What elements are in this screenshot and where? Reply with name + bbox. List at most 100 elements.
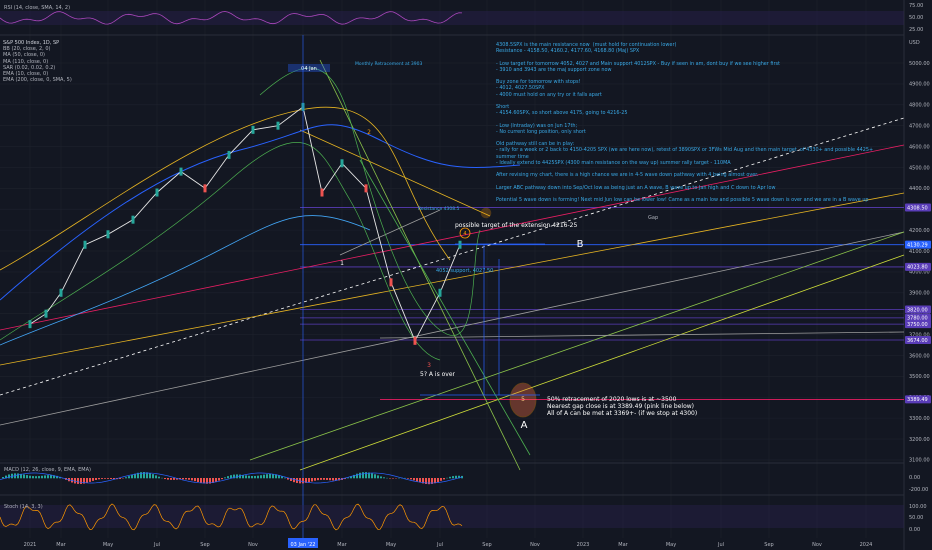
- time-axis-tick: 2021: [24, 542, 37, 548]
- wave-label-3: 3: [427, 362, 431, 369]
- price-candle: [44, 309, 48, 318]
- stoch-tick-0: 0.00: [909, 527, 920, 533]
- macd-bar: [371, 473, 373, 479]
- macd-bar: [197, 478, 199, 483]
- macd-bar: [380, 476, 382, 479]
- price-axis-tick: 5000.00: [909, 61, 930, 67]
- price-candle: [59, 288, 63, 297]
- price-candle: [389, 278, 393, 287]
- macd-bar: [80, 478, 82, 484]
- price-axis-tick: 4500.00: [909, 165, 930, 171]
- macd-bar: [182, 478, 184, 480]
- time-axis-tick: Sep: [200, 542, 209, 548]
- macd-tick-0: 0.00: [909, 475, 920, 481]
- macd-bar: [284, 477, 286, 479]
- time-axis-tick: 03 Jan '22: [291, 542, 316, 548]
- macd-bar: [131, 474, 133, 479]
- price-axis-tick: 3300.00: [909, 416, 930, 422]
- macd-bar: [308, 478, 310, 483]
- macd-bar: [359, 472, 361, 479]
- macd-bar: [95, 478, 97, 480]
- price-axis-tick: 4800.00: [909, 103, 930, 109]
- target-annotation: possible target of the extension 4216-25: [455, 222, 577, 229]
- macd-bar: [128, 476, 130, 479]
- note-line: - rally for a week or 2 back to 4150-420…: [496, 147, 875, 160]
- macd-bar: [167, 478, 169, 480]
- price-tag: 3674.00: [907, 338, 928, 344]
- time-axis-tick: 2023: [577, 542, 590, 548]
- time-axis-tick: Nov: [530, 542, 540, 548]
- stoch-tick-100: 100.00: [909, 504, 927, 510]
- macd-bar: [302, 478, 304, 484]
- price-axis[interactable]: USD 5000.00 4900.00 4800.00 4700.00 4600.00 45…: [905, 40, 931, 464]
- price-candle: [413, 336, 417, 345]
- time-axis-tick: May: [386, 542, 396, 548]
- macd-bar: [149, 473, 151, 479]
- legend-item[interactable]: EMA (200, close, 0, SMA, 5): [3, 77, 72, 83]
- macd-bar: [413, 478, 415, 481]
- macd-bar: [326, 478, 328, 480]
- macd-bar: [317, 478, 319, 481]
- macd-bar: [407, 478, 409, 479]
- stoch-tick-50: 50.00: [909, 515, 923, 521]
- macd-bar: [50, 475, 52, 479]
- macd-bar: [158, 476, 160, 479]
- macd-bar: [26, 475, 28, 479]
- macd-bar: [311, 478, 313, 482]
- ath-label: 04 Jan: [301, 66, 317, 72]
- rsi-tick-25: 25.00: [909, 27, 923, 33]
- macd-bar: [257, 475, 259, 479]
- price-candle: [155, 188, 159, 197]
- price-tag: 4308.50: [907, 205, 928, 211]
- retracement-label: Monthly Retracement at 3903: [355, 61, 422, 67]
- wave-label-5: 5: [521, 396, 525, 403]
- macd-bar: [32, 476, 34, 479]
- macd-bar: [101, 478, 103, 479]
- wave-label-2: 2: [367, 129, 371, 136]
- macd-bar: [323, 478, 325, 480]
- macd-bar: [410, 478, 412, 480]
- price-candle: [364, 184, 368, 193]
- price-axis-tick: 4200.00: [909, 228, 930, 234]
- macd-bar: [437, 478, 439, 483]
- time-axis-tick: 2024: [860, 542, 873, 548]
- indicator-legend: S&P 500 Index, 1D, SP BB (20, close, 2, …: [3, 40, 72, 83]
- price-candle: [320, 188, 324, 197]
- macd-bar: [374, 474, 376, 479]
- macd-bar: [86, 478, 88, 483]
- retrace-line-3: All of A can be met at 3369+- (if we sto…: [547, 410, 697, 417]
- price-candle: [276, 121, 280, 130]
- price-candle: [179, 167, 183, 176]
- price-axis-tick: 4600.00: [909, 144, 930, 150]
- price-axis-tick: 4100.00: [909, 249, 930, 255]
- macd-bar: [227, 476, 229, 479]
- time-axis-tick: Jul: [153, 542, 160, 548]
- rsi-band: [0, 11, 904, 25]
- note-line: Potential 5 wave down is forming! Next m…: [496, 196, 869, 203]
- a-over-annotation: 5? A is over: [420, 371, 456, 378]
- macd-bar: [443, 478, 445, 480]
- retrace-line-2: Nearest gap close is at 3389.49 (pink li…: [547, 403, 694, 410]
- macd-bar: [245, 475, 247, 479]
- macd-bar: [47, 475, 49, 479]
- time-axis-tick: Sep: [764, 542, 773, 548]
- wave-label-a: A: [521, 420, 528, 431]
- price-axis-tick: 4400.00: [909, 186, 930, 192]
- macd-label: MACD (12, 26, close, 9, EMA, EMA): [4, 467, 91, 473]
- gap-label: Gap: [648, 215, 658, 221]
- macd-bar: [416, 478, 418, 482]
- macd-bar: [215, 478, 217, 482]
- time-axis-tick: Nov: [812, 542, 822, 548]
- resistance-label: Resistance 4308.5: [418, 206, 460, 212]
- time-axis-tick: May: [103, 542, 113, 548]
- time-axis-tick: Mar: [56, 542, 66, 548]
- macd-bar: [173, 478, 175, 480]
- macd-bar: [17, 473, 19, 479]
- wave-label-1: 1: [340, 260, 344, 267]
- macd-bar: [155, 475, 157, 479]
- macd-bar: [254, 475, 256, 479]
- macd-bar: [125, 477, 127, 479]
- macd-bar: [362, 472, 364, 479]
- rsi-tick-50: 50.00: [909, 15, 923, 21]
- rsi-label: RSI (14, close, SMA, 14, 2): [4, 5, 70, 11]
